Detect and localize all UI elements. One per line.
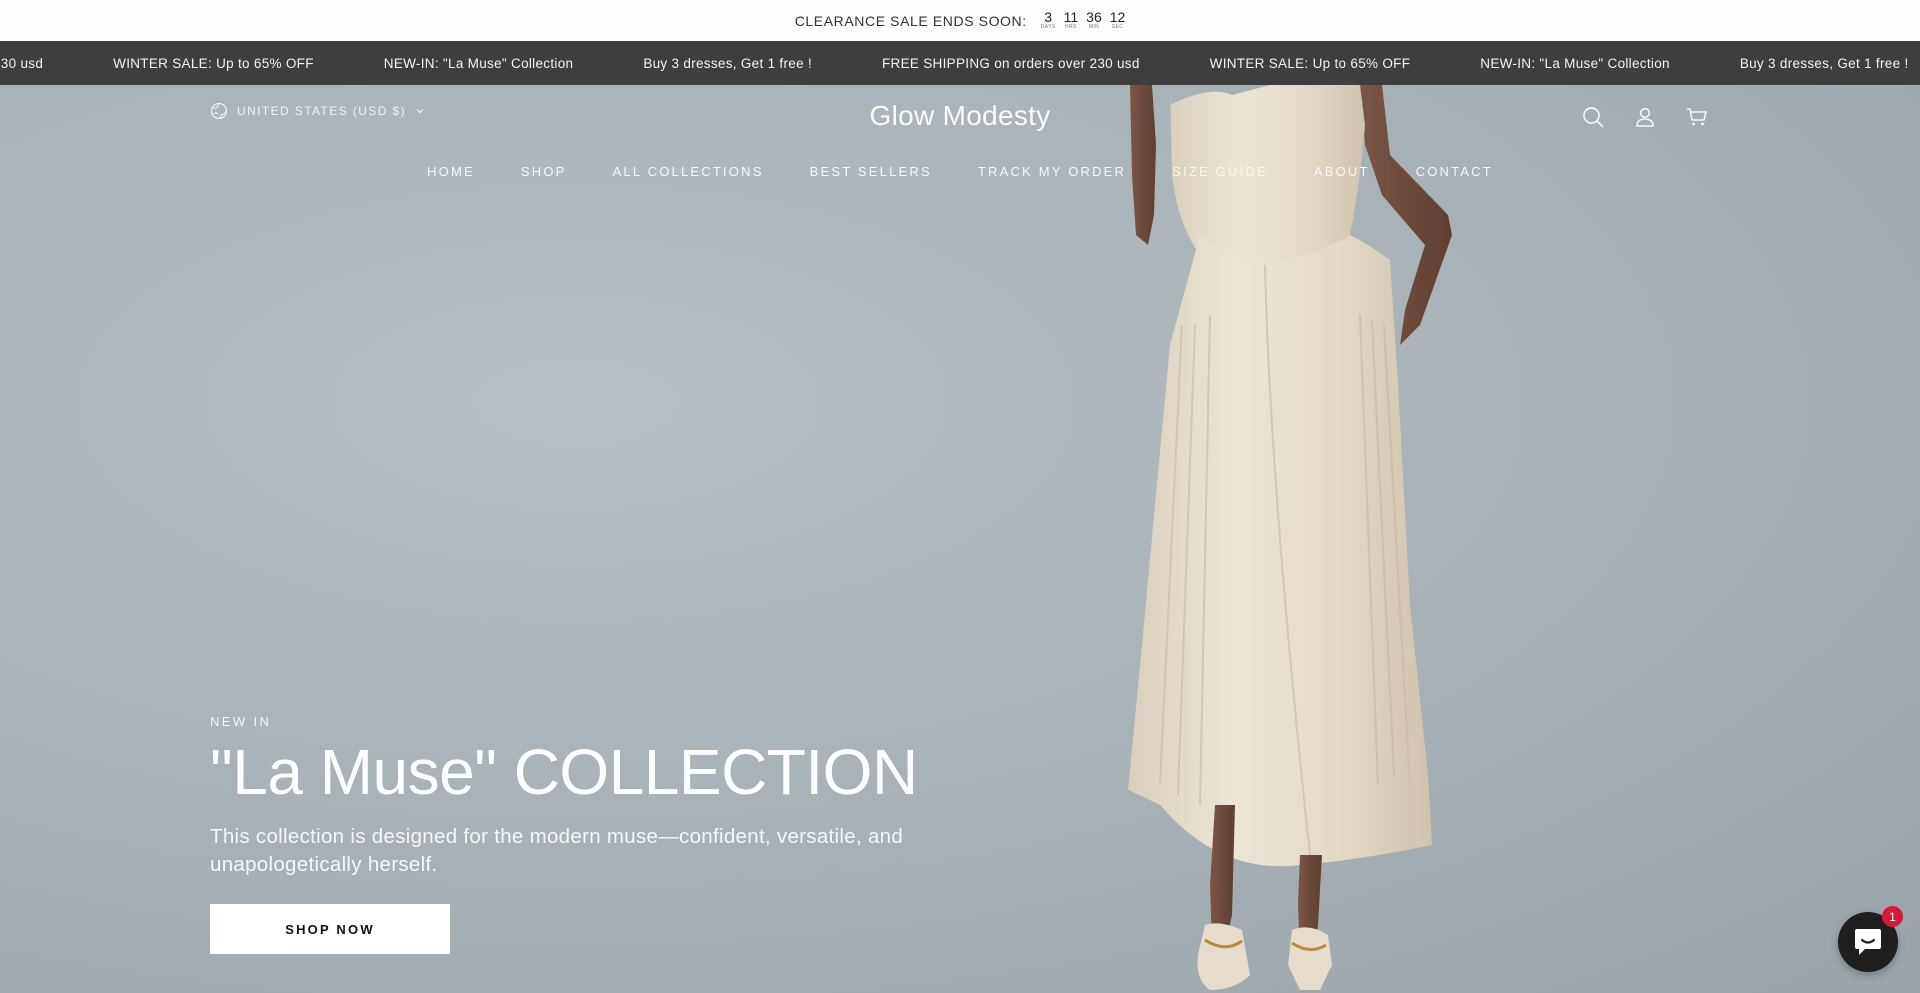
countdown-seconds: 12 SEC xyxy=(1110,10,1126,31)
announcement-marquee: 230 usd WINTER SALE: Up to 65% OFF NEW-I… xyxy=(0,41,1920,85)
site-logo[interactable]: Glow Modesty xyxy=(870,100,1051,131)
cart-icon[interactable] xyxy=(1685,105,1709,129)
nav-item-best-sellers[interactable]: BEST SELLERS xyxy=(810,164,932,179)
hero-title: "La Muse" COLLECTION xyxy=(210,736,918,808)
marquee-item: NEW-IN: "La Muse" Collection xyxy=(1480,55,1670,71)
nav-item-about[interactable]: ABOUT xyxy=(1314,164,1370,179)
globe-icon xyxy=(210,102,228,120)
marquee-item: FREE SHIPPING on orders over 230 usd xyxy=(882,55,1140,71)
nav-item-shop[interactable]: SHOP xyxy=(521,164,567,179)
countdown-unit-label: SEC xyxy=(1111,24,1124,30)
countdown-hours: 11 HRS xyxy=(1064,10,1079,31)
countdown-value: 12 xyxy=(1109,9,1126,25)
hero-model-image xyxy=(1128,85,1452,990)
nav-item-size-guide[interactable]: SIZE GUIDE xyxy=(1172,164,1268,179)
hero-description: This collection is designed for the mode… xyxy=(210,825,904,876)
nav-item-track-my-order[interactable]: TRACK MY ORDER xyxy=(978,164,1126,179)
account-icon[interactable] xyxy=(1633,105,1657,129)
marquee-item: 230 usd xyxy=(0,55,44,71)
chevron-down-icon xyxy=(416,109,424,114)
site-header: UNITED STATES (USD $) Glow Modesty HOME … xyxy=(0,85,1920,205)
countdown-unit-label: HRS xyxy=(1065,24,1077,30)
shop-now-button[interactable]: SHOP NOW xyxy=(210,904,450,954)
country-selector[interactable]: UNITED STATES (USD $) xyxy=(210,102,425,120)
nav-item-contact[interactable]: CONTACT xyxy=(1416,164,1493,179)
marquee-track: 230 usd WINTER SALE: Up to 65% OFF NEW-I… xyxy=(0,41,1920,85)
marquee-item: Buy 3 dresses, Get 1 free ! xyxy=(1739,55,1909,71)
marquee-item: WINTER SALE: Up to 65% OFF xyxy=(113,55,314,71)
countdown-unit-label: MIN xyxy=(1088,24,1100,30)
nav-item-all-collections[interactable]: ALL COLLECTIONS xyxy=(613,164,764,179)
countdown-unit-label: DAYS xyxy=(1040,24,1056,30)
countdown-bar: CLEARANCE SALE ENDS SOON: 3 DAYS 11 HRS … xyxy=(0,0,1920,41)
hero-content: NEW IN "La Muse" COLLECTION This collect… xyxy=(210,714,1010,954)
main-nav: HOME SHOP ALL COLLECTIONS BEST SELLERS T… xyxy=(0,164,1920,179)
countdown-minutes: 36 MIN xyxy=(1086,10,1102,31)
nav-item-home[interactable]: HOME xyxy=(427,164,475,179)
marquee-item: NEW-IN: "La Muse" Collection xyxy=(383,55,574,71)
marquee-item: Buy 3 dresses, Get 1 free ! xyxy=(643,55,812,71)
country-label: UNITED STATES (USD $) xyxy=(237,104,406,118)
chat-bubble-icon xyxy=(1855,929,1881,955)
header-icons xyxy=(1581,105,1709,129)
countdown-timer: 3 DAYS 11 HRS 36 MIN 12 SEC xyxy=(1041,10,1126,31)
countdown-value: 36 xyxy=(1086,9,1102,25)
countdown-days: 3 DAYS xyxy=(1041,10,1056,31)
countdown-value: 11 xyxy=(1063,9,1079,25)
marquee-item: WINTER SALE: Up to 65% OFF xyxy=(1209,55,1411,71)
chat-notification-badge: 1 xyxy=(1882,906,1903,927)
search-icon[interactable] xyxy=(1581,105,1605,129)
hero-eyebrow: NEW IN xyxy=(210,714,272,729)
countdown-value: 3 xyxy=(1044,9,1053,25)
countdown-label: CLEARANCE SALE ENDS SOON: xyxy=(794,12,1027,29)
